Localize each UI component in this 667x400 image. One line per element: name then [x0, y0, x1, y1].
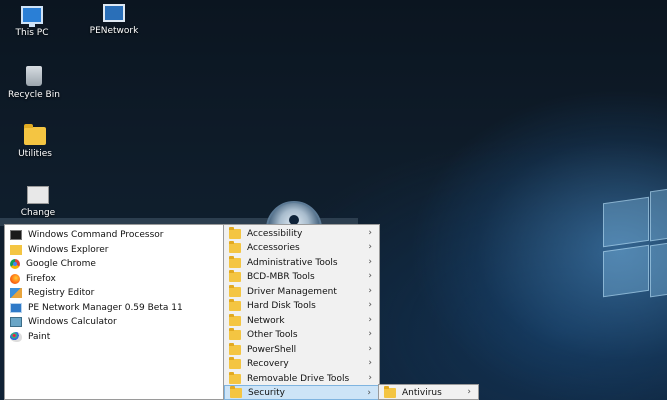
menu-item-label: Google Chrome — [26, 258, 96, 269]
chevron-right-icon: › — [368, 228, 372, 238]
menu-folder-network[interactable]: Network › — [224, 313, 379, 328]
folder-icon — [230, 385, 242, 398]
chevron-right-icon: › — [368, 300, 372, 310]
menu-item-label: Driver Management — [247, 286, 337, 297]
chevron-right-icon: › — [367, 388, 371, 398]
menu-item-label: Registry Editor — [28, 287, 95, 298]
desktop-icon-this-pc[interactable]: This PC — [0, 6, 67, 39]
menu-item-label: Other Tools — [247, 329, 298, 340]
menu-item-label: Security — [248, 387, 285, 398]
folder-icon — [229, 255, 241, 268]
menu-item-firefox[interactable]: Firefox — [5, 271, 223, 286]
wallpaper-logo-pane — [603, 244, 649, 298]
network-manager-icon — [10, 302, 22, 313]
chevron-right-icon: › — [368, 329, 372, 339]
chevron-right-icon: › — [368, 257, 372, 267]
chevron-right-icon: › — [368, 344, 372, 354]
menu-item-windows-explorer[interactable]: Windows Explorer — [5, 242, 223, 257]
menu-item-label: Paint — [28, 331, 51, 342]
menu-item-label: Network — [247, 315, 285, 326]
folder-icon — [229, 269, 241, 282]
firefox-icon — [10, 273, 20, 284]
keyboard-icon — [27, 186, 49, 204]
chevron-right-icon: › — [467, 387, 471, 397]
desktop-icon-label: This PC — [15, 28, 49, 38]
menu-item-label: BCD-MBR Tools — [247, 271, 315, 282]
registry-icon — [10, 287, 22, 298]
chevron-right-icon: › — [368, 286, 372, 296]
chevron-right-icon: › — [368, 373, 372, 383]
menu-item-paint[interactable]: Paint — [5, 329, 223, 344]
menu-item-label: Administrative Tools — [247, 257, 338, 268]
desktop-icon-utilities[interactable]: Utilities — [0, 124, 70, 160]
menu-item-label: Windows Calculator — [28, 316, 117, 327]
chevron-right-icon: › — [368, 358, 372, 368]
folder-icon — [229, 226, 241, 239]
menu-item-label: Accessories — [247, 242, 300, 253]
folder-icon — [229, 342, 241, 355]
network-icon — [103, 4, 125, 22]
menu-folder-bcd-mbr-tools[interactable]: BCD-MBR Tools › — [224, 269, 379, 284]
folder-icon — [229, 313, 241, 326]
folder-icon — [229, 240, 241, 253]
menu-folder-hard-disk-tools[interactable]: Hard Disk Tools › — [224, 298, 379, 313]
folder-icon — [384, 385, 396, 398]
paint-icon — [10, 331, 22, 342]
menu-item-label: PowerShell — [247, 344, 297, 355]
menu-item-label: Windows Command Processor — [28, 229, 164, 240]
menu-item-label: Firefox — [26, 273, 56, 284]
menu-folder-accessories[interactable]: Accessories › — [224, 240, 379, 255]
recycle-bin-icon — [26, 66, 42, 86]
folder-icon — [229, 356, 241, 369]
chevron-right-icon: › — [368, 315, 372, 325]
menu-item-label: Accessibility — [247, 228, 303, 239]
desktop-icon-label: Recycle Bin — [8, 90, 60, 100]
desktop-icon-recycle-bin[interactable]: Recycle Bin — [0, 66, 69, 101]
menu-item-registry-editor[interactable]: Registry Editor — [5, 285, 223, 300]
folder-icon — [229, 371, 241, 384]
folder-icon — [229, 284, 241, 297]
computer-icon — [21, 6, 43, 27]
menu-item-label: Windows Explorer — [28, 244, 109, 255]
desktop-icon-penetwork[interactable]: PENetwork — [79, 4, 149, 37]
start-menu-folders: Accessibility › Accessories › Administra… — [223, 224, 380, 400]
menu-item-google-chrome[interactable]: Google Chrome — [5, 256, 223, 271]
menu-folder-other-tools[interactable]: Other Tools › — [224, 327, 379, 342]
menu-item-label: Recovery — [247, 358, 289, 369]
menu-folder-removable-drive-tools[interactable]: Removable Drive Tools › — [224, 371, 379, 386]
explorer-icon — [10, 244, 22, 255]
calculator-icon — [10, 316, 22, 327]
menu-item-label: PE Network Manager 0.59 Beta 11 — [28, 302, 183, 313]
wallpaper-logo-pane — [603, 196, 649, 248]
wallpaper-logo-pane — [650, 188, 667, 242]
desktop-icon-label: Change Keyboard Layout — [20, 208, 56, 218]
cmd-icon — [10, 229, 22, 240]
menu-item-label: Hard Disk Tools — [247, 300, 316, 311]
folder-icon — [229, 327, 241, 340]
wallpaper-logo-pane — [650, 242, 667, 298]
desktop-icon-label: PENetwork — [89, 26, 139, 36]
menu-folder-security[interactable]: Security › — [224, 385, 379, 400]
menu-folder-administrative-tools[interactable]: Administrative Tools › — [224, 255, 379, 270]
chevron-right-icon: › — [368, 271, 372, 281]
chevron-right-icon: › — [368, 242, 372, 252]
menu-item-command-processor[interactable]: Windows Command Processor — [5, 227, 223, 242]
folder-icon — [24, 124, 46, 145]
menu-folder-accessibility[interactable]: Accessibility › — [224, 226, 379, 241]
menu-folder-driver-management[interactable]: Driver Management › — [224, 284, 379, 299]
menu-folder-antivirus[interactable]: Antivirus › — [379, 385, 478, 400]
menu-folder-powershell[interactable]: PowerShell › — [224, 342, 379, 357]
menu-item-label: Antivirus — [402, 387, 442, 398]
menu-item-windows-calculator[interactable]: Windows Calculator — [5, 314, 223, 329]
desktop-icon-change-keyboard-layout[interactable]: Change Keyboard Layout — [3, 186, 73, 218]
folder-icon — [229, 298, 241, 311]
menu-item-pe-network-manager[interactable]: PE Network Manager 0.59 Beta 11 — [5, 300, 223, 315]
menu-folder-recovery[interactable]: Recovery › — [224, 356, 379, 371]
start-menu-programs: Windows Command Processor Windows Explor… — [4, 224, 224, 400]
security-submenu: Antivirus › — [378, 384, 479, 400]
desktop-icon-label: Utilities — [18, 149, 52, 159]
chrome-icon — [10, 258, 20, 269]
menu-item-label: Removable Drive Tools — [247, 373, 350, 384]
